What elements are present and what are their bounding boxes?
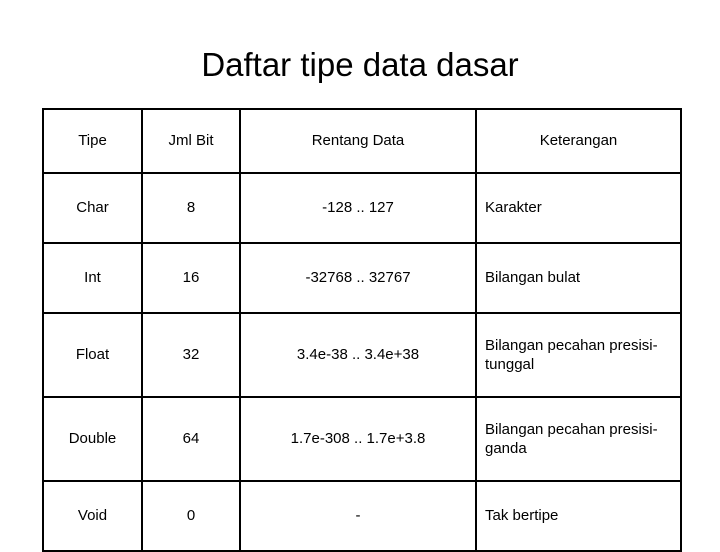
table-header-tipe: Tipe (42, 108, 143, 174)
cell-keterangan: Bilangan pecahan presisi-tunggal (475, 312, 682, 398)
cell-keterangan: Tak bertipe (475, 480, 682, 552)
table-header-rentang-data: Rentang Data (239, 108, 477, 174)
slide: Daftar tipe data dasar Tipe Jml Bit Rent… (0, 0, 720, 552)
cell-rentang: -128 .. 127 (239, 172, 477, 244)
cell-keterangan: Bilangan pecahan presisi-ganda (475, 396, 682, 482)
cell-bit: 16 (141, 242, 241, 314)
data-table: Tipe Jml Bit Rentang Data Keterangan Cha… (42, 108, 682, 552)
cell-tipe: Char (42, 172, 143, 244)
table-header-jml-bit: Jml Bit (141, 108, 241, 174)
cell-tipe: Void (42, 480, 143, 552)
cell-rentang: - (239, 480, 477, 552)
cell-bit: 0 (141, 480, 241, 552)
cell-rentang: 3.4e-38 .. 3.4e+38 (239, 312, 477, 398)
data-table-container: Tipe Jml Bit Rentang Data Keterangan Cha… (42, 108, 682, 552)
cell-rentang: 1.7e-308 .. 1.7e+3.8 (239, 396, 477, 482)
cell-keterangan: Karakter (475, 172, 682, 244)
cell-bit: 64 (141, 396, 241, 482)
table-row: Int 16 -32768 .. 32767 Bilangan bulat (42, 242, 682, 314)
cell-rentang: -32768 .. 32767 (239, 242, 477, 314)
cell-bit: 32 (141, 312, 241, 398)
table-header-row: Tipe Jml Bit Rentang Data Keterangan (42, 108, 682, 174)
table-row: Char 8 -128 .. 127 Karakter (42, 172, 682, 244)
page-title: Daftar tipe data dasar (201, 46, 519, 83)
cell-bit: 8 (141, 172, 241, 244)
table-header-keterangan: Keterangan (475, 108, 682, 174)
cell-keterangan: Bilangan bulat (475, 242, 682, 314)
cell-tipe: Double (42, 396, 143, 482)
cell-tipe: Int (42, 242, 143, 314)
table-row: Float 32 3.4e-38 .. 3.4e+38 Bilangan pec… (42, 312, 682, 398)
table-row: Double 64 1.7e-308 .. 1.7e+3.8 Bilangan … (42, 396, 682, 482)
cell-tipe: Float (42, 312, 143, 398)
table-row: Void 0 - Tak bertipe (42, 480, 682, 552)
